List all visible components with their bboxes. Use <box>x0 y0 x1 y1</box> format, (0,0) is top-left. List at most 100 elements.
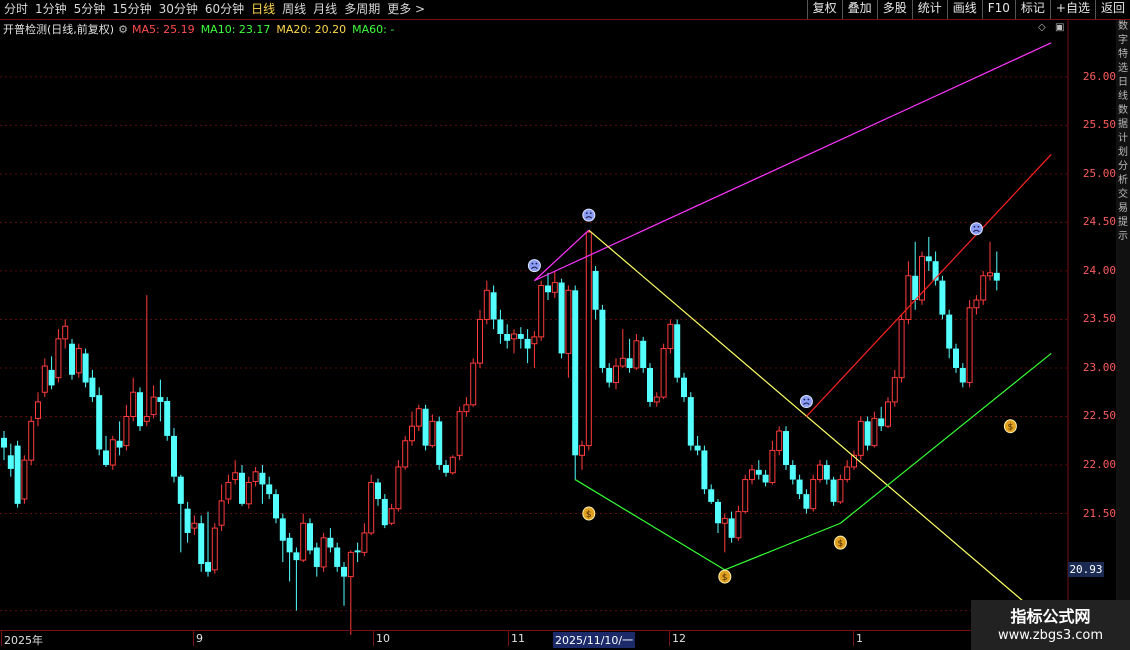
action-button[interactable]: 标记 <box>1014 0 1050 19</box>
candle-body <box>109 439 116 466</box>
candle-body <box>164 400 171 436</box>
sidebar-char: 分 <box>1118 161 1128 172</box>
sidebar-char: 数 <box>1118 105 1128 116</box>
sidebar-char: 据 <box>1118 119 1128 130</box>
buy-signal-glyph: $ <box>586 510 592 520</box>
sidebar-char: 特 <box>1118 49 1128 60</box>
candle-body <box>728 518 735 538</box>
month-divider <box>1 631 2 646</box>
candle-body <box>470 362 477 406</box>
candle-body <box>273 494 279 519</box>
candle-body <box>320 537 327 568</box>
trendline <box>724 522 841 571</box>
candle-body <box>395 466 402 510</box>
action-button[interactable]: 复权 <box>806 0 842 19</box>
candle-body <box>69 343 75 375</box>
candle-body <box>558 282 565 354</box>
action-button[interactable]: 统计 <box>911 0 947 19</box>
period-tab[interactable]: 分时 <box>4 0 28 19</box>
price-tick: 24.00 <box>1082 263 1116 277</box>
candle-body <box>545 285 551 293</box>
action-button[interactable]: 叠加 <box>841 0 877 19</box>
price-tick: 26.00 <box>1082 69 1116 83</box>
candle-body <box>667 323 674 350</box>
period-tab[interactable]: 30分钟 <box>159 0 198 19</box>
candle-body <box>565 289 572 354</box>
period-tab[interactable]: 多周期 <box>344 0 380 19</box>
period-tab[interactable]: 1分钟 <box>35 0 67 19</box>
action-button[interactable]: 返回 <box>1094 0 1130 19</box>
candle-body <box>1 437 7 448</box>
diamond-icon[interactable]: ◇ <box>1038 22 1046 33</box>
panel-toggle-icon[interactable]: ▣ <box>1055 22 1064 33</box>
period-tab[interactable]: 5分钟 <box>74 0 106 19</box>
candle-body <box>96 395 103 450</box>
candle-body <box>823 465 830 480</box>
candle-body <box>647 367 653 402</box>
candle-body <box>82 353 89 383</box>
candle-body <box>599 309 606 368</box>
candle-body <box>143 415 150 422</box>
candle-body <box>674 324 681 378</box>
candle-body <box>171 435 177 477</box>
candle-body <box>966 307 973 384</box>
candle-body <box>660 348 667 398</box>
action-button[interactable]: F10 <box>981 0 1015 19</box>
candle-body <box>579 445 585 456</box>
sidebar-strip[interactable]: 数字特选日线数据计划分析交易提示 <box>1116 20 1130 632</box>
period-tabs: 分时 1分钟 5分钟 15分钟 30分钟 60分钟 日线 周线 月线 多周期 更多 > <box>4 0 432 19</box>
candle-body <box>694 445 701 451</box>
candle-body <box>721 517 728 524</box>
trendline <box>534 42 1052 282</box>
stock-title: 开普检测(日线,前复权) <box>3 23 115 36</box>
gear-icon[interactable]: ⚙ <box>118 23 128 36</box>
candlestick-chart[interactable]: $ $ $ $ <box>0 0 1130 650</box>
month-label: 11 <box>511 632 525 645</box>
period-tab[interactable]: 15分钟 <box>112 0 151 19</box>
price-tick: 23.50 <box>1082 312 1116 326</box>
candle-body <box>327 537 334 548</box>
period-tab[interactable]: 周线 <box>282 0 306 19</box>
candle-body <box>225 481 232 500</box>
candle-body <box>21 459 28 500</box>
candle-body <box>640 340 647 368</box>
candle-body <box>973 299 980 309</box>
candle-body <box>483 289 490 320</box>
candle-body <box>218 500 225 526</box>
ma-label: MA20: 20.20 <box>276 22 347 36</box>
candle-body <box>137 392 143 427</box>
candle-body <box>653 396 660 403</box>
candle-body <box>422 408 429 446</box>
period-tab[interactable]: 月线 <box>313 0 337 19</box>
sell-signal-eye <box>977 225 980 228</box>
sidebar-char: 易 <box>1118 203 1128 214</box>
candle-body <box>381 498 388 526</box>
candle-body <box>266 484 273 495</box>
month-divider <box>193 631 194 646</box>
candle-body <box>687 397 694 446</box>
candle-body <box>517 334 524 339</box>
period-tab[interactable]: 60分钟 <box>205 0 244 19</box>
watermark-url: www.zbgs3.com <box>997 628 1104 643</box>
candle-body <box>701 450 708 490</box>
candle-body <box>939 280 946 315</box>
candle-body <box>762 474 769 483</box>
action-button[interactable]: 多股 <box>876 0 912 19</box>
candle-body <box>524 338 531 349</box>
action-button[interactable]: +自选 <box>1049 0 1095 19</box>
candle-body <box>103 450 109 466</box>
period-tab[interactable]: 更多 > <box>387 0 425 19</box>
candle-body <box>313 547 320 567</box>
candle-body <box>354 550 361 553</box>
sell-signal-icon <box>527 259 541 273</box>
price-tick: 24.50 <box>1082 215 1116 229</box>
candle-body <box>837 479 844 503</box>
action-button[interactable]: 画线 <box>946 0 982 19</box>
candle-body <box>35 401 41 419</box>
candle-body <box>953 348 959 368</box>
candle-body <box>429 420 436 447</box>
buy-signal-glyph: $ <box>838 539 844 549</box>
period-tab[interactable]: 日线 <box>251 0 275 19</box>
candle-body <box>830 479 837 502</box>
candle-body <box>993 272 1000 281</box>
